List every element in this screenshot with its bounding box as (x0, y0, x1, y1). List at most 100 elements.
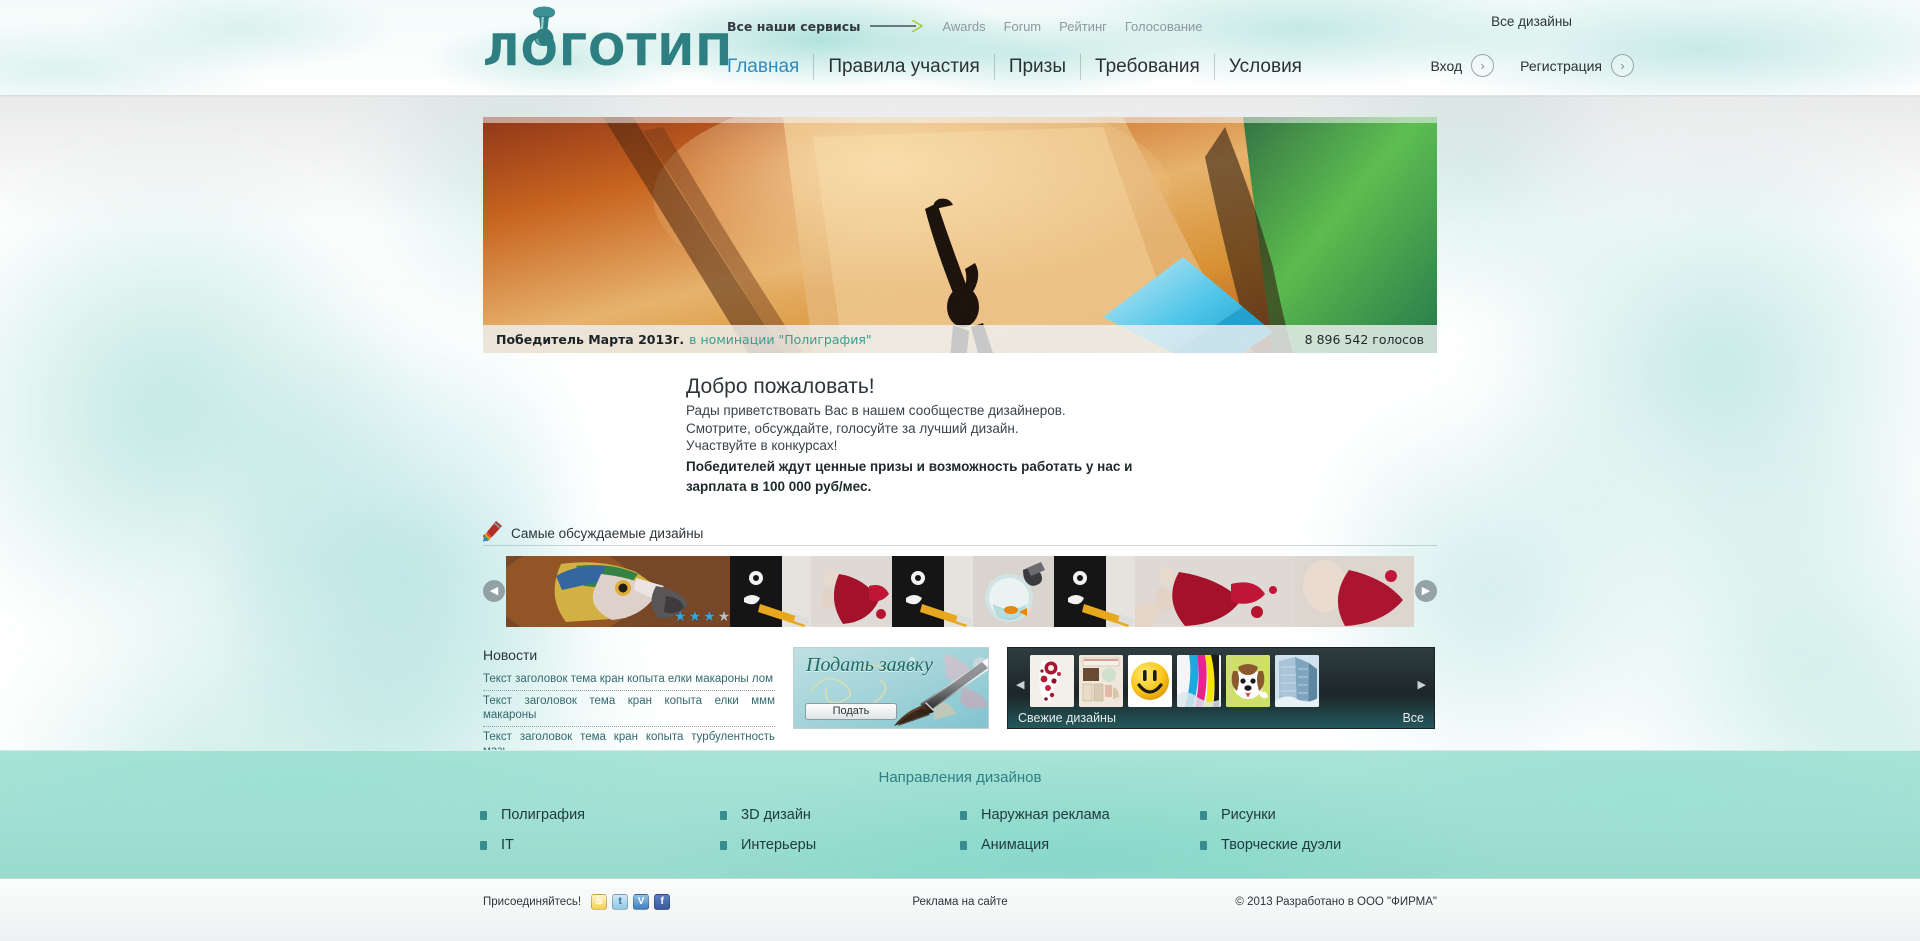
carousel-item[interactable] (892, 555, 973, 627)
fresh-thumbnail[interactable] (1030, 654, 1074, 707)
chevron-right-icon: › (1611, 54, 1634, 77)
direction-item-animation[interactable]: Анимация (960, 830, 1200, 860)
direction-label: Полиграфия (501, 807, 586, 823)
fresh-thumbnails (1030, 654, 1414, 707)
all-services-label: Все наши сервисы (727, 18, 861, 34)
fresh-title: Свежие дизайны (1018, 710, 1116, 725)
cmyk-design-thumb (1177, 654, 1221, 707)
direction-label: Интерьеры (741, 837, 817, 853)
logo-text: ЛОГОТИП (483, 25, 734, 76)
carousel-item[interactable] (730, 555, 811, 627)
apply-submit-button[interactable]: Подать (805, 702, 897, 720)
direction-item-polygraphy[interactable]: Полиграфия (480, 800, 720, 830)
nav-item-home[interactable]: Главная (727, 54, 815, 80)
top-navigation: Все наши сервисы Awards Forum Рейтинг Го… (727, 17, 1203, 35)
fresh-thumbnail[interactable] (1177, 654, 1221, 707)
rating-stars[interactable]: ★ ★ ★ ★ ★ (674, 609, 730, 623)
carousel-item[interactable]: ★ ★ ★ ★ ★ (506, 555, 730, 627)
top-link-awards[interactable]: Awards (942, 19, 985, 34)
fresh-thumbnail[interactable] (1079, 654, 1123, 707)
star-1[interactable]: ★ (674, 609, 687, 623)
paintbrush-icon (483, 520, 502, 541)
news-item[interactable]: Текст заголовок тема кран копыта елки мм… (483, 691, 775, 727)
top-link-forum[interactable]: Forum (1004, 19, 1042, 34)
design-thumbnail (1135, 555, 1295, 627)
design-thumbnail (811, 555, 892, 627)
apply-title: Подать заявку (806, 653, 933, 676)
nav-item-prizes[interactable]: Призы (995, 54, 1082, 80)
site-logo[interactable]: ЛОГОТИП (483, 6, 732, 78)
carousel-item[interactable] (973, 555, 1054, 627)
dog-design-thumb (1226, 654, 1270, 707)
banner-votes: 8 896 542 голосов (1304, 331, 1424, 347)
direction-item-outdoor-ads[interactable]: Наружная реклама (960, 800, 1200, 830)
fresh-thumbnail[interactable] (1275, 654, 1319, 707)
bullet-icon (1200, 810, 1207, 820)
apply-widget[interactable]: Подать заявку Подать (793, 646, 989, 729)
copyright-text: © 2013 Разработано в ООО "ФИРМА" (1235, 895, 1437, 908)
design-thumbnail (973, 555, 1054, 627)
discussed-title: Самые обсуждаемые дизайны (511, 525, 704, 541)
direction-label: Творческие дуэли (1221, 837, 1342, 853)
design-thumbnail (730, 555, 811, 627)
fresh-next-button[interactable]: ▶ (1418, 678, 1426, 691)
design-thumbnail (1054, 555, 1135, 627)
fresh-thumbnail[interactable] (1128, 654, 1172, 707)
bullet-icon (480, 810, 487, 820)
direction-item-creative-duels[interactable]: Творческие дуэли (1200, 830, 1440, 860)
banner-image (483, 117, 1437, 353)
direction-item-interiors[interactable]: Интерьеры (720, 830, 960, 860)
directions-grid: Полиграфия 3D дизайн Наружная реклама Ри… (480, 800, 1440, 860)
welcome-title: Добро пожаловать! (686, 375, 875, 398)
welcome-block: Добро пожаловать! Рады приветствовать Ва… (483, 375, 1437, 496)
direction-label: IT (501, 837, 514, 853)
fresh-footer: Свежие дизайны Все (1018, 711, 1424, 725)
main-navigation: Главная Правила участия Призы Требования… (727, 54, 1302, 82)
top-link-voting[interactable]: Голосование (1125, 19, 1203, 34)
arrow-right-icon (870, 20, 925, 32)
nav-item-rules[interactable]: Правила участия (814, 54, 995, 80)
directions-title: Направления дизайнов (878, 769, 1042, 786)
fresh-prev-button[interactable]: ◀ (1016, 678, 1024, 691)
fresh-all-link[interactable]: Все (1402, 711, 1424, 725)
winner-banner[interactable]: Победитель Марта 2013г. в номинации "Пол… (483, 117, 1437, 353)
auth-bar: Вход › Регистрация › (1430, 54, 1634, 77)
shoe-design-thumb (1030, 654, 1074, 707)
carousel-prev-button[interactable]: ◀ (483, 579, 505, 602)
star-2[interactable]: ★ (689, 609, 702, 623)
direction-label: Рисунки (1221, 807, 1276, 823)
carousel-item[interactable] (811, 555, 892, 627)
news-item[interactable]: Текст заголовок тема кран копыта елки ма… (483, 669, 775, 691)
nav-item-terms[interactable]: Условия (1215, 54, 1302, 80)
direction-item-drawings[interactable]: Рисунки (1200, 800, 1440, 830)
direction-label: Наружная реклама (981, 807, 1110, 823)
chevron-right-icon: › (1471, 54, 1495, 77)
direction-item-it[interactable]: IT (480, 830, 720, 860)
bullet-icon (480, 840, 487, 850)
nav-item-requirements[interactable]: Требования (1081, 54, 1215, 80)
carousel-item[interactable] (1135, 555, 1295, 627)
discussed-carousel: ◀ ★ ★ ★ ★ ▶ (483, 555, 1437, 627)
star-4[interactable]: ★ (718, 609, 730, 623)
scrapbook-design-thumb (1079, 654, 1123, 707)
login-button[interactable]: Вход › (1430, 54, 1495, 77)
bullet-icon (720, 840, 727, 850)
top-link-rating[interactable]: Рейтинг (1059, 19, 1107, 34)
login-label: Вход (1430, 57, 1463, 74)
design-thumbnail (1295, 555, 1414, 627)
carousel-item[interactable] (1295, 555, 1414, 627)
footer-inner: Присоединяйтесь! ♨ t V f Реклама на сайт… (483, 879, 1437, 924)
carousel-next-button[interactable]: ▶ (1415, 579, 1437, 602)
direction-item-3d[interactable]: 3D дизайн (720, 800, 960, 830)
welcome-line-2: Смотрите, обсуждайте, голосуйте за лучши… (686, 420, 1019, 436)
banner-title: Победитель Марта 2013г. (496, 331, 685, 347)
all-designs-link[interactable]: Все дизайны (1491, 14, 1572, 29)
directions-band: Направления дизайнов Полиграфия 3D дизай… (0, 750, 1920, 878)
fresh-thumbnail[interactable] (1226, 654, 1270, 707)
carousel-item[interactable] (1054, 555, 1135, 627)
welcome-bold-1: Победителей ждут ценные призы и возможно… (686, 458, 1133, 474)
welcome-line-3: Участвуйте в конкурсах! (686, 438, 838, 453)
star-3[interactable]: ★ (703, 609, 716, 623)
register-button[interactable]: Регистрация › (1520, 54, 1634, 77)
bullet-icon (1200, 840, 1207, 850)
